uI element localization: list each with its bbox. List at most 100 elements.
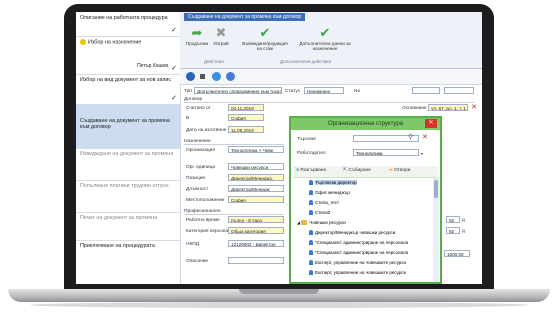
work-time-field[interactable]: пълно - 8 часа — [228, 216, 284, 223]
delete-button[interactable]: ✖ Изтрий — [210, 26, 232, 46]
laptop-screen: Описание на работната процедура ✓ Избор … — [76, 12, 482, 284]
category-label: Категория персонал — [186, 229, 231, 234]
step-finish[interactable]: Приключване на процедурата — [76, 240, 180, 284]
tree-folder-node[interactable]: ◢ Човешки ресурси — [297, 220, 346, 226]
tree-node[interactable]: *Специалист администриране на персонала — [309, 250, 409, 256]
effective-date-label: Считано от — [186, 106, 211, 111]
number-label: No — [354, 89, 361, 94]
step-issue-document[interactable]: Изведждане на документ за промяна — [76, 148, 180, 181]
folder-icon — [301, 220, 308, 226]
search-icon[interactable]: ⚲ — [408, 133, 413, 141]
expand-icon: ⇲ — [295, 168, 300, 173]
delete-label: Изтрий — [213, 41, 229, 46]
tree-node-label: Експерт, управление на човешките ресурси — [315, 260, 407, 265]
unit-field[interactable]: Човешки ресурси — [228, 163, 284, 170]
salary-field[interactable]: 1600,00 — [444, 250, 470, 257]
tree-node[interactable]: Експерт, управление на човешките ресурси — [309, 270, 407, 276]
type-label: Тип — [184, 89, 192, 94]
step-create-document[interactable]: Създаване на документ за промяна към дог… — [76, 104, 180, 149]
contract-section-title: Договор — [184, 97, 474, 103]
step-label: Описание на работната процедура — [80, 15, 168, 21]
checkmark-icon: ✓ — [171, 95, 177, 102]
effective-date-field[interactable]: 04.11.2019 — [228, 104, 264, 111]
clear-search-icon[interactable]: ✕ — [422, 133, 428, 141]
continue-button[interactable]: ➦ Продължи — [186, 26, 208, 46]
collapse-button[interactable]: ⇱ Събиране — [343, 168, 371, 173]
dialog-title-bar: Организационна структура — [291, 118, 440, 130]
step-document-type[interactable]: Избор на вид документ за нов запис ✓ — [76, 74, 180, 105]
organization-field[interactable]: Технологика > Чове — [228, 146, 284, 153]
ribbon-toolbar: Създаване на документ за промяна към дог… — [180, 12, 482, 69]
description-field[interactable] — [228, 257, 284, 264]
tree-node[interactable]: Стела_тест — [309, 200, 340, 206]
close-icon[interactable]: ✕ — [425, 119, 437, 128]
edit-service-button[interactable]: ✔ Въвеждане/редакция на стаж — [240, 26, 290, 51]
tree-node[interactable]: Търговски директор — [309, 180, 357, 186]
extra-data-label: Допълнителни данни за назначение — [299, 41, 351, 51]
employer-label: Работодател — [297, 151, 326, 156]
ribbon-title: Създаване на документ за промяна към дог… — [184, 13, 306, 21]
step-print[interactable]: Печат на документ за промяна — [76, 212, 180, 241]
dialog-title: Организационна структура — [327, 121, 404, 127]
tree-node-label: *Специалист администриране на персонала — [315, 240, 409, 245]
procedure-steps-panel: Описание на работната процедура ✓ Избор … — [76, 12, 181, 284]
step-assignment[interactable]: Избор на назначение Петър Кошев ✓ — [76, 36, 180, 75]
warning-icon — [80, 39, 86, 45]
help-icon[interactable] — [226, 72, 235, 81]
extra-data-button[interactable]: ✔ Допълнителни данни за назначение — [296, 26, 354, 51]
prepared-date-field[interactable]: 11.09.2019 — [228, 126, 264, 133]
status-field[interactable]: Неизведен — [304, 87, 344, 94]
tree-node[interactable]: *Специалист администриране на персонала — [309, 240, 409, 246]
expand-button[interactable]: ⇲ Разгърване — [295, 168, 326, 173]
type-field[interactable]: Допълнително споразумение към трудов дог… — [194, 87, 282, 94]
collapse-arrow-icon[interactable]: ◢ — [297, 220, 300, 225]
scrollbar-thumb[interactable] — [434, 180, 438, 198]
days-unit-2: д — [462, 229, 465, 234]
edit-service-label: Въвеждане/редакция на стаж — [242, 41, 288, 51]
tree-node[interactable]: Стела2 — [309, 210, 331, 216]
tree-node-label: Стела_тест — [315, 200, 340, 205]
step-description[interactable]: Описание на работната процедура ✓ — [76, 12, 180, 37]
collapse-icon: ⇱ — [343, 168, 348, 173]
continue-label: Продължи — [186, 41, 209, 46]
person-icon — [309, 270, 313, 276]
step-label: Изведждане на документ за промяна — [80, 151, 174, 157]
step-label: Приключване на процедурата — [80, 243, 155, 249]
chevron-down-icon[interactable]: ▾ — [421, 151, 423, 156]
clear-icon[interactable]: ✕ — [471, 103, 477, 111]
step-label: Избор на вид документ за нов запис — [80, 77, 172, 83]
employer-select[interactable]: Технологика — [353, 149, 419, 156]
tree-node[interactable]: Офис мениджър — [309, 190, 350, 196]
location-field[interactable]: София — [228, 196, 284, 203]
step-label: Избор на назначение — [88, 39, 142, 46]
tree-node[interactable]: Директор/Мениджър човешки ресурси — [309, 230, 395, 236]
checkmark-icon: ✔ — [319, 25, 331, 40]
tree-node[interactable]: Експерт, управление на човешките ресурси — [309, 260, 407, 266]
dropdown-arrow-icon[interactable] — [200, 74, 205, 79]
days-field-1[interactable]: 92 — [446, 216, 460, 223]
place-label: В — [186, 116, 190, 121]
checkmark-icon: ✓ — [171, 65, 177, 72]
category-field[interactable]: Обща категория — [228, 227, 284, 234]
step-leave[interactable]: Попълване плагини трудови отпуск — [76, 180, 180, 213]
number-suffix-field[interactable] — [444, 87, 474, 94]
job-title-field[interactable]: Директор/Менидж — [228, 185, 284, 192]
open-button[interactable]: ▰ Отвори — [389, 168, 411, 173]
number-field[interactable] — [412, 87, 440, 94]
tree-node-label: Стела2 — [315, 210, 331, 215]
tree-node-label: Експерт, управление на човешките ресурси — [315, 270, 407, 275]
basis-field[interactable]: чл. 67, ал. 1, т. 1 — [428, 104, 468, 111]
person-icon — [309, 200, 313, 206]
position-field[interactable]: Директор/Мениджъ — [228, 174, 284, 181]
collapse-label: Събиране — [348, 168, 371, 173]
tree-scrollbar[interactable] — [433, 178, 439, 282]
nkpd-field[interactable]: 12126002 - Директор — [228, 240, 284, 247]
save-icon[interactable] — [186, 72, 195, 81]
refresh-icon[interactable] — [212, 72, 221, 81]
place-field[interactable]: София — [228, 114, 264, 121]
folder-open-icon: ▰ — [389, 168, 393, 173]
form-toolbar — [180, 69, 482, 85]
days-field-2[interactable]: 92 — [446, 227, 460, 234]
org-structure-dialog: Организационна структура ✕ Търсене ⚲ ✕ Р… — [289, 116, 442, 284]
tree-node-label: *Специалист администриране на персонала — [315, 250, 409, 255]
